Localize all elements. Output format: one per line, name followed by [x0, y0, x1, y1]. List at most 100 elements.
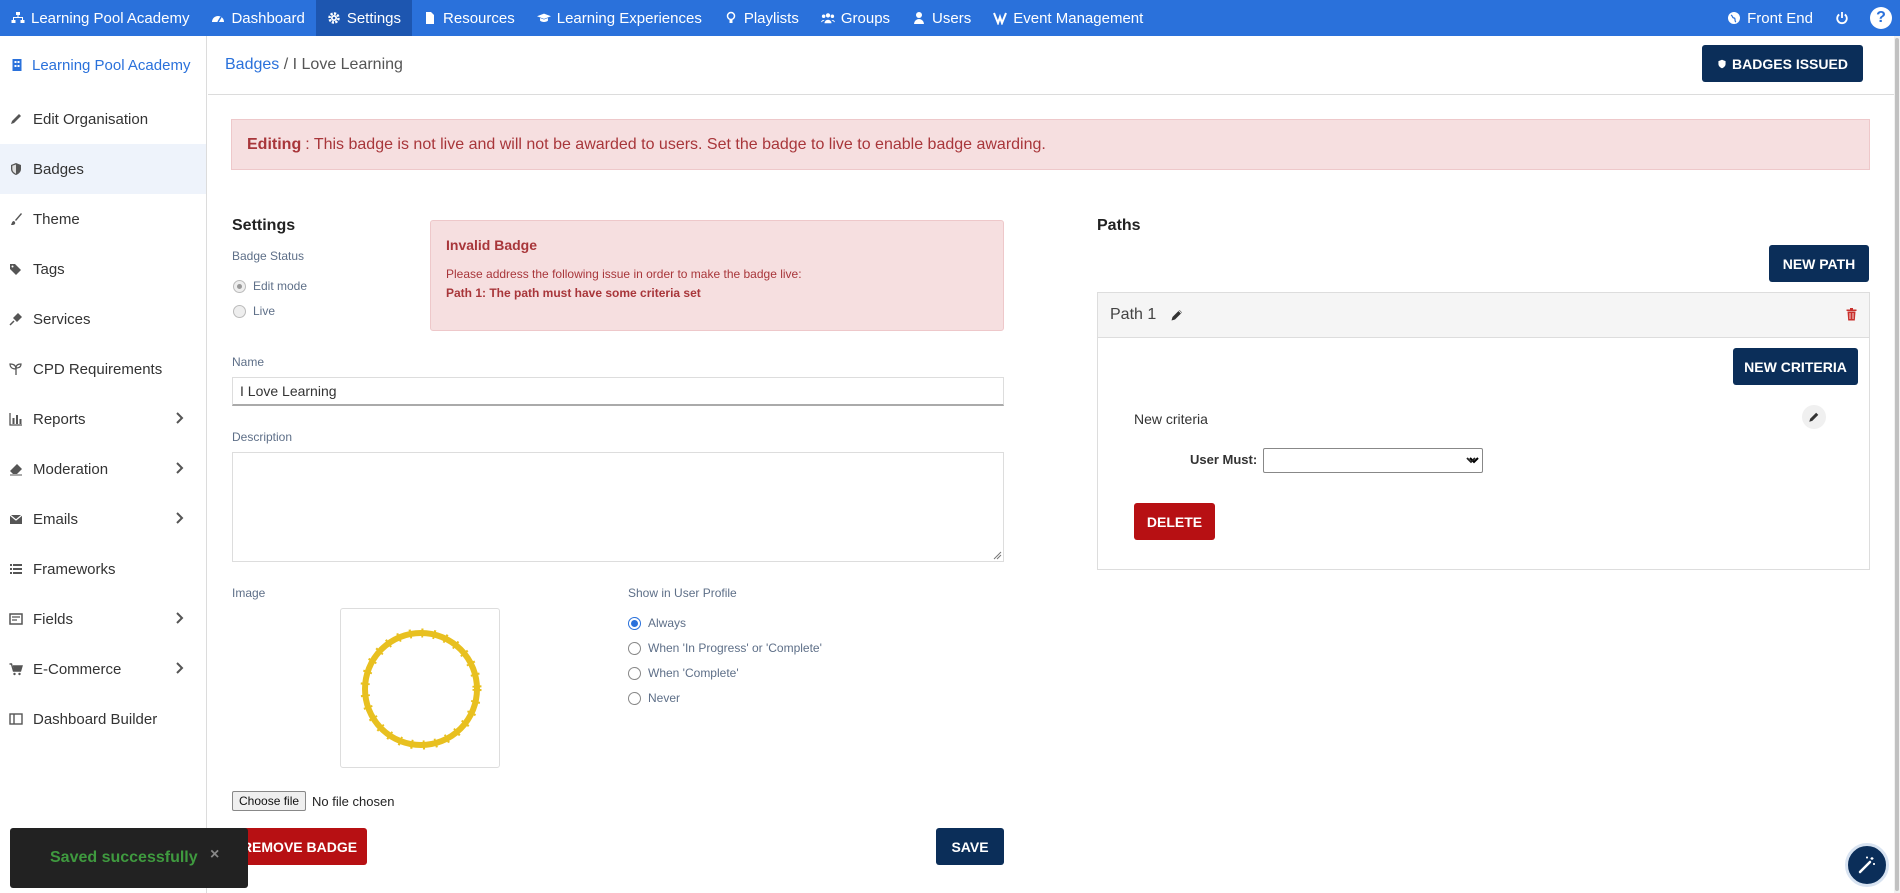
breadcrumb-separator: / — [283, 56, 289, 73]
eraser-icon — [10, 464, 22, 476]
file-upload: Choose file No file chosen — [232, 791, 394, 811]
remove-badge-button[interactable]: REMOVE BADGE — [232, 828, 367, 865]
nav-front-end[interactable]: Front End — [1716, 0, 1824, 36]
status-option-label: Live — [253, 304, 276, 318]
sidebar-item-label: Emails — [33, 510, 79, 528]
description-input[interactable] — [232, 452, 1004, 562]
nav-groups[interactable]: Groups — [810, 0, 901, 36]
sidebar-item-tags[interactable]: Tags — [0, 244, 206, 294]
sidebar-item-label: Edit Organisation — [33, 110, 149, 128]
image-label: Image — [232, 586, 266, 600]
sidebar-item-reports[interactable]: Reports — [0, 394, 206, 444]
radio-never[interactable] — [628, 691, 641, 705]
saved-toast: Saved successfully × — [10, 828, 248, 888]
main-header: Badges / I Love Learning BADGES ISSUED — [208, 36, 1900, 95]
name-label: Name — [232, 355, 265, 369]
delete-criteria-button[interactable]: DELETE — [1134, 503, 1215, 540]
new-path-button[interactable]: NEW PATH — [1769, 245, 1869, 282]
sidebar-item-edit-organisation[interactable]: Edit Organisation — [0, 94, 206, 144]
user-must-select[interactable] — [1263, 448, 1483, 473]
nav-playlists[interactable]: Playlists — [713, 0, 810, 36]
help-button[interactable]: ? — [1870, 7, 1892, 29]
graduation-cap-icon — [536, 13, 551, 22]
status-option-edit-mode[interactable]: Edit mode — [233, 279, 307, 293]
sidebar-item-moderation[interactable]: Moderation — [0, 444, 206, 494]
chevron-right-icon — [176, 462, 184, 474]
nav-event-management[interactable]: Event Management — [982, 0, 1154, 36]
sidebar-item-label: Theme — [33, 210, 80, 228]
nav-users[interactable]: Users — [901, 0, 982, 36]
radio-live[interactable] — [233, 304, 246, 318]
criteria-label: New criteria — [1134, 411, 1208, 427]
sidebar-org[interactable]: Learning Pool Academy — [0, 36, 206, 94]
nav-resources[interactable]: Resources — [412, 0, 526, 36]
file-status: No file chosen — [312, 793, 395, 809]
sidebar-item-label: Moderation — [33, 460, 109, 478]
cart-icon — [9, 663, 23, 676]
chevron-right-icon — [176, 612, 184, 624]
field-icon — [9, 613, 23, 625]
sidebar-item-label: CPD Requirements — [33, 360, 163, 378]
sidebar-item-label: Reports — [33, 410, 86, 428]
sidebar-item-services[interactable]: Services — [0, 294, 206, 344]
choose-file-button[interactable]: Choose file — [232, 791, 307, 811]
editing-alert: Editing : This badge is not live and wil… — [231, 119, 1870, 170]
new-criteria-button[interactable]: NEW CRITERIA — [1733, 348, 1858, 385]
page-scrollbar[interactable] — [1894, 36, 1900, 893]
scrollbar-thumb[interactable] — [1895, 38, 1899, 891]
sidebar-item-label: Services — [33, 310, 91, 328]
sidebar-item-frameworks[interactable]: Frameworks — [0, 544, 206, 594]
pencil-icon[interactable] — [1170, 308, 1184, 322]
radio-in-progress-or-complete[interactable] — [628, 641, 641, 655]
profile-option-in-progress-or-complete[interactable]: When 'In Progress' or 'Complete' — [628, 641, 822, 655]
breadcrumb-link-badges[interactable]: Badges — [225, 56, 279, 73]
chevron-down-icon — [1466, 457, 1476, 464]
radio-always[interactable] — [628, 616, 641, 630]
chevron-right-icon — [176, 662, 184, 674]
magic-wand-button[interactable] — [1845, 843, 1889, 887]
nav-label: Groups — [840, 9, 891, 27]
lightbulb-icon — [726, 11, 736, 23]
radio-edit-mode[interactable] — [233, 279, 246, 293]
badge-status-label: Badge Status — [232, 249, 305, 263]
sidebar-item-dashboard-builder[interactable]: Dashboard Builder — [0, 694, 206, 744]
nav-learning-experiences[interactable]: Learning Experiences — [526, 0, 713, 36]
invalid-badge-title: Invalid Badge — [446, 237, 538, 253]
plug-icon — [9, 313, 22, 326]
nav-label: Resources — [443, 9, 515, 27]
nav-dashboard[interactable]: Dashboard — [200, 0, 315, 36]
sidebar-item-e-commerce[interactable]: E-Commerce — [0, 644, 206, 694]
sidebar-item-emails[interactable]: Emails — [0, 494, 206, 544]
sidebar-item-theme[interactable]: Theme — [0, 194, 206, 244]
radio-complete[interactable] — [628, 666, 641, 680]
sidebar-item-badges[interactable]: Badges — [0, 144, 206, 194]
profile-option-never[interactable]: Never — [628, 691, 680, 705]
envelope-icon — [9, 514, 23, 524]
path-panel: Path 1 NEW CRITERIA New criteria User Mu… — [1097, 292, 1870, 570]
users-icon — [820, 13, 835, 24]
trash-icon[interactable] — [1846, 308, 1857, 321]
brush-icon — [11, 213, 22, 225]
show-in-profile-label: Show in User Profile — [628, 586, 737, 600]
resize-grip-icon[interactable] — [993, 551, 1002, 560]
power-button[interactable] — [1824, 0, 1860, 36]
top-navigation: Learning Pool Academy Dashboard Settings… — [0, 0, 1900, 36]
nav-label: Dashboard — [231, 9, 305, 27]
name-input[interactable] — [232, 377, 1004, 406]
status-option-live[interactable]: Live — [233, 304, 275, 318]
nav-settings[interactable]: Settings — [315, 0, 413, 36]
sidebar-item-fields[interactable]: Fields — [0, 594, 206, 644]
profile-option-always[interactable]: Always — [628, 616, 686, 630]
sidebar-item-label: Fields — [33, 610, 74, 628]
nav-learning-pool-academy[interactable]: Learning Pool Academy — [0, 0, 200, 36]
sidebar-item-cpd-requirements[interactable]: CPD Requirements — [0, 344, 206, 394]
profile-option-label: Never — [648, 691, 681, 705]
shield-icon — [1718, 59, 1726, 68]
toast-close-icon[interactable]: × — [210, 846, 219, 864]
save-button[interactable]: SAVE — [936, 828, 1004, 865]
profile-option-complete[interactable]: When 'Complete' — [628, 666, 739, 680]
paths-heading: Paths — [1097, 217, 1141, 234]
edit-criteria-button[interactable] — [1802, 405, 1826, 429]
badges-issued-button[interactable]: BADGES ISSUED — [1702, 45, 1863, 82]
topnav-right: Front End ? — [1716, 0, 1900, 36]
